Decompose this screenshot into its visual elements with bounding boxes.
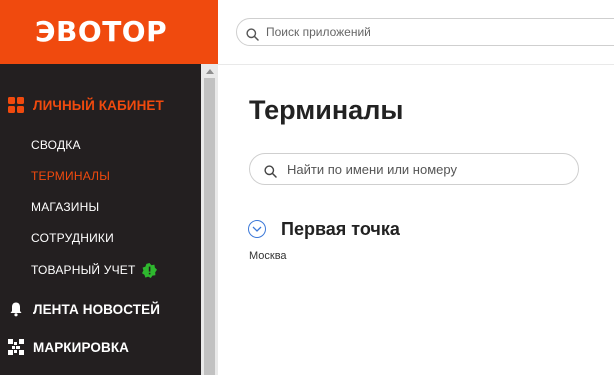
- sidebar: ЭВОТОР ЛИЧНЫЙ КАБИНЕТ СВОДКА ТЕРМИНАЛЫ М…: [0, 0, 218, 375]
- sidebar-section-account[interactable]: ЛИЧНЫЙ КАБИНЕТ: [8, 92, 164, 118]
- sidebar-item-label: СВОДКА: [31, 138, 81, 152]
- page-title: Терминалы: [249, 95, 404, 125]
- scroll-up-arrow-icon[interactable]: [201, 64, 218, 78]
- main-content: Терминалы Первая точка Москва: [218, 65, 614, 375]
- qr-icon: [8, 339, 24, 355]
- sidebar-item-terminals[interactable]: ТЕРМИНАЛЫ: [31, 166, 110, 186]
- sidebar-item-stores[interactable]: МАГАЗИНЫ: [31, 197, 99, 217]
- store-group-header: Первая точка: [248, 217, 400, 241]
- sidebar-section-news[interactable]: ЛЕНТА НОВОСТЕЙ: [8, 296, 160, 322]
- alert-badge-icon: [141, 262, 157, 278]
- top-bar: [218, 0, 614, 65]
- terminal-search-input[interactable]: [287, 160, 567, 178]
- sidebar-item-label: СОТРУДНИКИ: [31, 231, 114, 245]
- sidebar-item-label: ТЕРМИНАЛЫ: [31, 169, 111, 183]
- search-icon: [264, 163, 277, 182]
- sidebar-section-marking[interactable]: МАРКИРОВКА: [8, 334, 129, 360]
- search-icon: [246, 26, 259, 45]
- sidebar-section-label: ЛЕНТА НОВОСТЕЙ: [33, 301, 161, 317]
- logo-area[interactable]: ЭВОТОР: [0, 0, 218, 64]
- sidebar-scrollbar[interactable]: [201, 64, 218, 375]
- sidebar-section-label: ЛИЧНЫЙ КАБИНЕТ: [33, 97, 164, 113]
- store-group-city: Москва: [249, 250, 287, 262]
- app-search-box[interactable]: [236, 18, 614, 46]
- sidebar-item-employees[interactable]: СОТРУДНИКИ: [31, 228, 114, 248]
- store-group-title: Первая точка: [281, 218, 400, 239]
- sidebar-item-label: МАГАЗИНЫ: [31, 200, 100, 214]
- scrollbar-thumb[interactable]: [204, 78, 215, 375]
- app-search-input[interactable]: [266, 23, 606, 41]
- collapse-toggle-button[interactable]: [248, 220, 266, 238]
- sidebar-section-label: МАРКИРОВКА: [33, 339, 130, 355]
- evotor-logo: ЭВОТОР: [35, 15, 168, 48]
- bell-icon: [8, 301, 24, 317]
- terminal-search-box[interactable]: [249, 153, 579, 185]
- sidebar-item-label: ТОВАРНЫЙ УЧЕТ: [31, 263, 136, 277]
- sidebar-item-summary[interactable]: СВОДКА: [31, 135, 81, 155]
- grid-icon: [8, 97, 24, 113]
- sidebar-item-inventory[interactable]: ТОВАРНЫЙ УЧЕТ: [31, 260, 157, 280]
- chevron-down-icon: [252, 226, 262, 232]
